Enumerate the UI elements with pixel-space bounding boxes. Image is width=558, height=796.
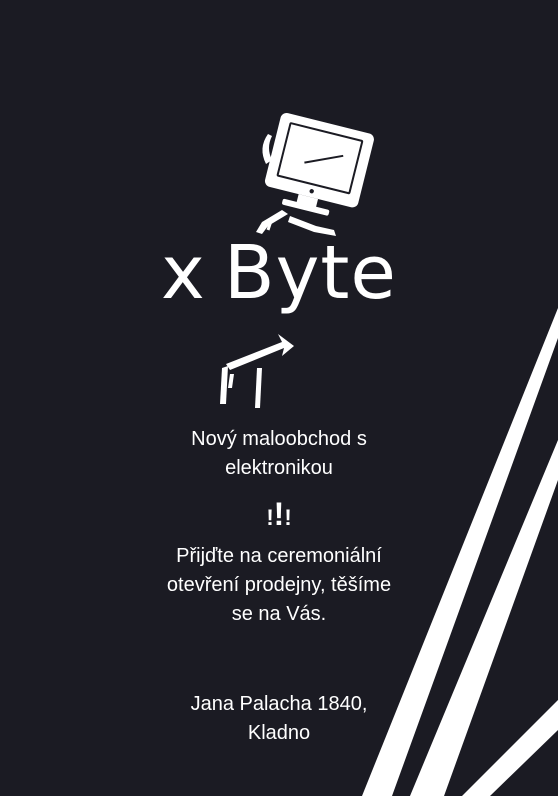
tagline: Nový maloobchod s elektronikou — [0, 425, 558, 483]
address-line-1: Jana Palacha 1840, — [190, 693, 368, 715]
tagline-line-1: Nový maloobchod s — [191, 428, 367, 450]
address-line-2: Kladno — [247, 722, 311, 744]
poster: x Byte Nový maloobchod s elektronikou !!!… — [0, 0, 558, 796]
invite-line-3: se na Vás. — [231, 603, 327, 625]
brand-name: Byte — [223, 230, 397, 316]
invitation: Přijďte na ceremoniální otevření prodejn… — [0, 542, 558, 629]
invite-line-2: otevření prodejny, těšíme — [166, 574, 392, 596]
invite-line-1: Přijďte na ceremoniální — [176, 545, 382, 567]
exclamation-marks: !!! — [0, 498, 558, 530]
address: Jana Palacha 1840, Kladno — [0, 690, 558, 748]
brand-logo-text: x Byte — [0, 236, 558, 310]
tagline-line-2: elektronikou — [225, 457, 333, 479]
brand-prefix: x — [161, 230, 206, 316]
exclaim-right: ! — [284, 505, 292, 530]
exclaim-left: ! — [266, 505, 274, 530]
exclaim-center: ! — [273, 496, 285, 532]
computer-monitor-robot-icon — [220, 112, 374, 408]
